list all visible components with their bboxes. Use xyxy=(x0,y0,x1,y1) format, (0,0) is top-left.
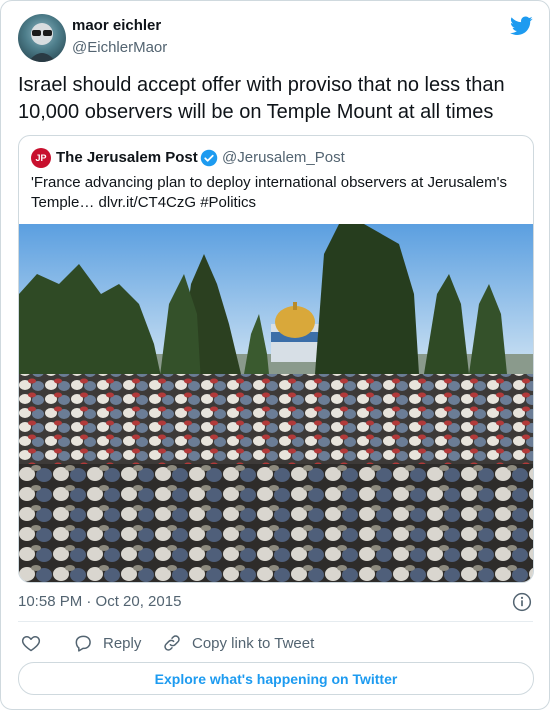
quoted-text: 'France advancing plan to deploy interna… xyxy=(31,174,507,211)
reply-button[interactable]: Reply xyxy=(73,633,141,653)
quoted-author-name[interactable]: The Jerusalem Post xyxy=(56,149,198,166)
reply-label: Reply xyxy=(103,634,142,652)
author-handle[interactable]: @EichlerMaor xyxy=(72,39,167,56)
tweet-text: Israel should accept offer with proviso … xyxy=(18,74,505,123)
explore-twitter-button[interactable]: Explore what's happening on Twitter xyxy=(18,662,534,695)
copy-link-label: Copy link to Tweet xyxy=(192,634,315,652)
quoted-avatar[interactable]: JP xyxy=(31,148,51,168)
author-name[interactable]: maor eichler xyxy=(72,17,161,34)
copy-link-button[interactable]: Copy link to Tweet xyxy=(162,633,314,653)
heart-icon xyxy=(21,636,41,652)
like-button[interactable] xyxy=(21,633,51,653)
author-avatar[interactable] xyxy=(18,14,66,62)
quoted-tweet[interactable]: JP The Jerusalem Post @Jerusalem_Post 'F… xyxy=(18,135,534,583)
tweet-timestamp[interactable]: 10:58 PM · Oct 20, 2015 xyxy=(18,593,181,610)
link-icon xyxy=(164,635,180,651)
twitter-bird-icon[interactable] xyxy=(510,16,533,36)
verified-badge-icon xyxy=(200,149,218,167)
info-icon[interactable] xyxy=(512,592,532,612)
quoted-author-handle[interactable]: @Jerusalem_Post xyxy=(222,149,345,166)
embedded-tweet-card: maor eichler @EichlerMaor Israel should … xyxy=(0,0,550,710)
reply-icon xyxy=(75,635,91,652)
quoted-photo[interactable] xyxy=(19,224,533,582)
divider xyxy=(18,621,533,622)
